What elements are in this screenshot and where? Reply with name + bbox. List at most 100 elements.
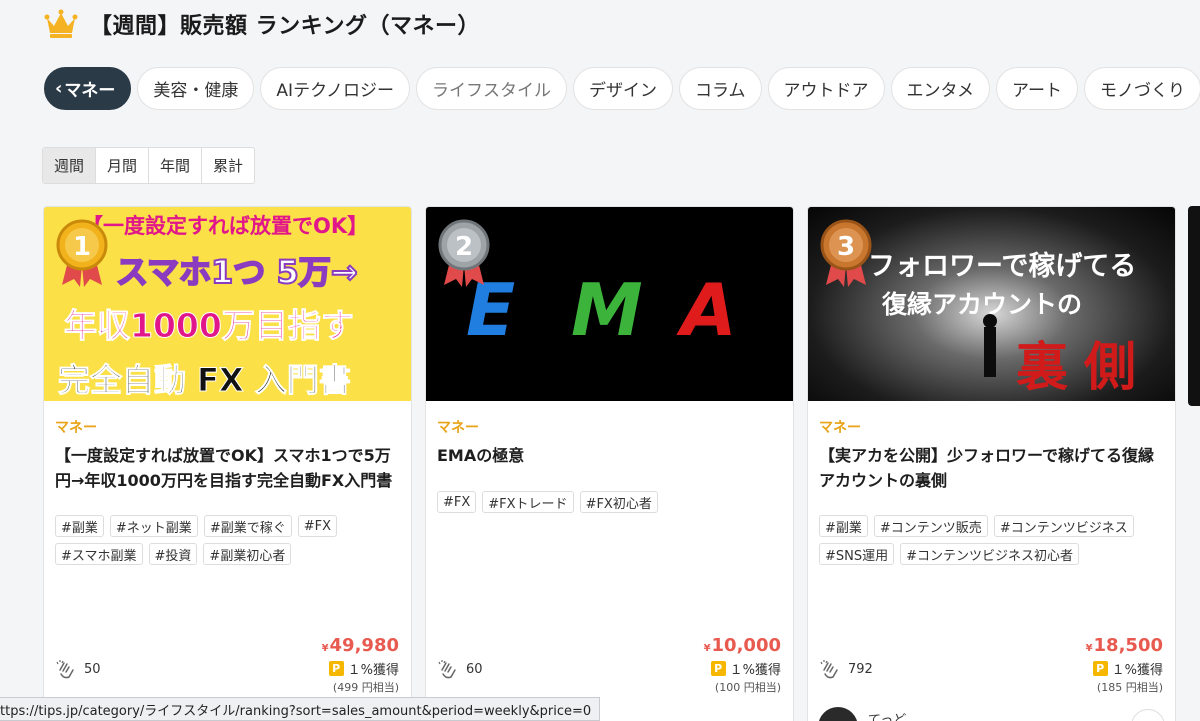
likes[interactable]: 50: [55, 658, 101, 680]
tab-craft[interactable]: モノづくり: [1084, 67, 1200, 110]
point-text: １%獲得: [1111, 663, 1163, 678]
tag-list: #副業 #コンテンツ販売 #コンテンツビジネス #SNS運用 #コンテンツビジネ…: [819, 515, 1169, 565]
tab-ai-technology[interactable]: AIテクノロジー: [260, 67, 411, 110]
likes-count: 50: [84, 661, 101, 677]
gold-medal-icon: 1: [56, 219, 108, 287]
tag[interactable]: #FX: [297, 515, 337, 537]
ranking-card-2[interactable]: E M A 2 マネー EMAの極意 #FX #FXトレード #FX初心者 ¥1…: [425, 206, 794, 721]
card-title[interactable]: 【実アカを公開】少フォロワーで稼げてる復縁アカウントの裏側: [819, 443, 1167, 493]
point-yen-equivalent: (499 円相当): [332, 681, 399, 694]
card-category: マネー: [819, 420, 861, 436]
tag[interactable]: #副業初心者: [203, 543, 292, 565]
tab-art[interactable]: アート: [996, 67, 1079, 110]
ranking-card-4-partial[interactable]: [1188, 206, 1200, 406]
tab-column[interactable]: コラム: [679, 67, 762, 110]
tag[interactable]: #コンテンツビジネス初心者: [900, 543, 1080, 565]
status-bar-url: ttps://tips.jp/category/ライフスタイル/ranking?…: [0, 697, 601, 721]
period-weekly[interactable]: 週間: [43, 148, 97, 183]
card-title[interactable]: EMAの極意: [437, 443, 785, 468]
avatar[interactable]: [818, 707, 858, 721]
thumb-line-2: スマホ1つ 5万→: [116, 253, 358, 291]
tag[interactable]: #副業: [55, 515, 104, 537]
thumb-line-3: 裏: [1016, 337, 1068, 398]
thumbnail-image[interactable]: フォロワーで稼げてる 復縁アカウントの 裏 側 3: [808, 207, 1175, 401]
tag[interactable]: #コンテンツ販売: [873, 515, 988, 537]
thumb-letter-a: A: [676, 268, 737, 352]
silver-medal-icon: 2: [438, 219, 490, 287]
point-icon: P: [710, 661, 726, 676]
card-category: マネー: [55, 420, 97, 436]
yen-symbol: ¥: [703, 643, 711, 654]
likes[interactable]: 60: [437, 658, 483, 680]
tag[interactable]: #SNS運用: [819, 543, 895, 565]
rank-number: 2: [455, 232, 473, 262]
card-title[interactable]: 【一度設定すれば放置でOK】スマホ1つで5万円→年収1000万円を目指す完全自動…: [55, 443, 403, 493]
period-yearly[interactable]: 年間: [149, 148, 203, 183]
point-reward: P １%獲得: [1092, 659, 1163, 678]
tab-outdoor[interactable]: アウトドア: [767, 67, 885, 110]
tag[interactable]: #投資: [148, 543, 198, 565]
price-value: 18,500: [1093, 635, 1163, 656]
clap-icon: [56, 660, 74, 679]
tag-list: #副業 #ネット副業 #副業で稼ぐ #FX #スマホ副業 #投資 #副業初心者: [55, 515, 405, 565]
tab-label: マネー: [64, 81, 116, 101]
rank-number: 3: [837, 232, 855, 262]
thumb-line-4: 完全自動 FX 入門書: [58, 361, 351, 399]
tag[interactable]: #FXトレード: [482, 491, 574, 513]
tag[interactable]: #スマホ副業: [55, 543, 143, 565]
bronze-medal-icon: 3: [820, 219, 872, 287]
thumbnail-image[interactable]: 【一度設定すれば放置でOK】 スマホ1つ 5万→ 年収1000万目指す 完全自動…: [44, 207, 411, 401]
thumb-line-4: 側: [1083, 337, 1136, 398]
bookmark-button[interactable]: [1131, 709, 1165, 721]
point-icon: P: [1092, 661, 1108, 676]
thumbnail-image[interactable]: E M A 2: [426, 207, 793, 401]
point-reward: P １%獲得: [328, 659, 399, 678]
point-yen-equivalent: (100 円相当): [714, 681, 781, 694]
crown-icon: [44, 9, 78, 38]
point-text: １%獲得: [729, 663, 781, 678]
clap-icon: [820, 660, 838, 679]
price: ¥10,000: [704, 635, 781, 656]
point-text: １%獲得: [347, 663, 399, 678]
likes[interactable]: 792: [819, 658, 873, 680]
tag[interactable]: #コンテンツビジネス: [993, 515, 1134, 537]
period-selector: 週間 月間 年間 累計: [42, 147, 256, 184]
tag[interactable]: #ネット副業: [109, 515, 198, 537]
thumb-letter-m: M: [571, 268, 643, 352]
chevron-left-icon[interactable]: ‹: [55, 78, 62, 99]
page-header: 【週間】販売額 ランキング（マネー）: [44, 6, 480, 42]
tab-entertainment[interactable]: エンタメ: [890, 67, 991, 110]
price-value: 49,980: [329, 635, 399, 656]
thumb-line-1: フォロワーで稼げてる: [868, 251, 1136, 282]
yen-symbol: ¥: [1085, 643, 1093, 654]
yen-symbol: ¥: [321, 643, 329, 654]
tag-list: #FX #FXトレード #FX初心者: [437, 491, 787, 513]
tab-money[interactable]: ‹ マネー: [44, 67, 132, 110]
likes-count: 792: [848, 661, 873, 677]
ranking-card-3[interactable]: フォロワーで稼げてる 復縁アカウントの 裏 側 3 マネー 【実アカを公開】少フ…: [807, 206, 1176, 721]
tag[interactable]: #副業で稼ぐ: [203, 515, 292, 537]
likes-count: 60: [466, 661, 483, 677]
point-reward: P １%獲得: [710, 659, 781, 678]
period-monthly[interactable]: 月間: [96, 148, 150, 183]
price: ¥49,980: [322, 635, 399, 656]
tag[interactable]: #副業: [819, 515, 868, 537]
page-title: 【週間】販売額 ランキング（マネー）: [90, 14, 481, 39]
tab-beauty-health[interactable]: 美容・健康: [137, 67, 255, 110]
price: ¥18,500: [1086, 635, 1163, 656]
thumb-line-1: 【一度設定すれば放置でOK】: [82, 214, 368, 238]
card-category: マネー: [437, 420, 479, 436]
tab-design[interactable]: デザイン: [573, 67, 674, 110]
period-total[interactable]: 累計: [202, 148, 254, 183]
rank-number: 1: [73, 232, 91, 262]
tag[interactable]: #FX初心者: [579, 491, 658, 513]
price-value: 10,000: [711, 635, 781, 656]
point-yen-equivalent: (185 円相当): [1096, 681, 1163, 694]
tag[interactable]: #FX: [437, 491, 477, 513]
tab-lifestyle[interactable]: ライフスタイル: [416, 67, 568, 110]
clap-icon: [438, 660, 456, 679]
ranking-card-1[interactable]: 【一度設定すれば放置でOK】 スマホ1つ 5万→ 年収1000万目指す 完全自動…: [43, 206, 412, 721]
point-icon: P: [328, 661, 344, 676]
author-name[interactable]: てっど: [868, 709, 906, 721]
category-tabs: ‹ マネー 美容・健康 AIテクノロジー ライフスタイル デザイン コラム アウト…: [44, 67, 1200, 111]
